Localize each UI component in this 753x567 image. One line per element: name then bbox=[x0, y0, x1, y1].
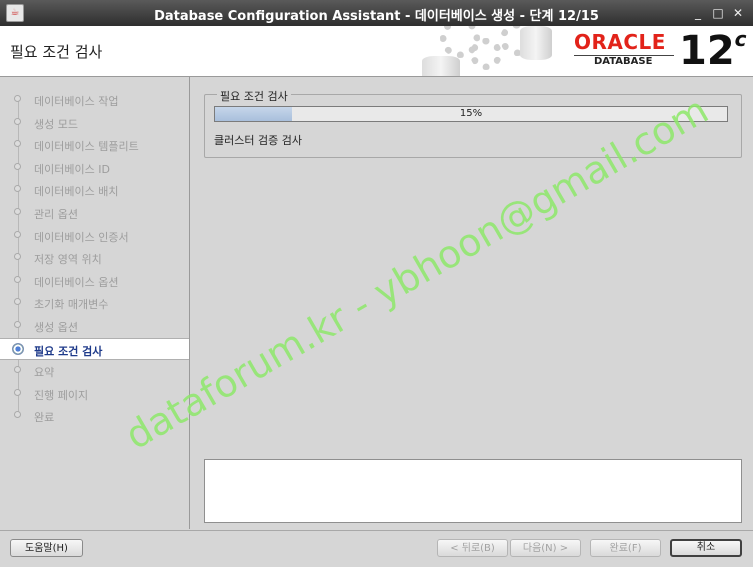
step-dot-icon bbox=[14, 230, 21, 238]
step-dot-icon bbox=[14, 388, 21, 396]
close-icon[interactable]: ✕ bbox=[731, 6, 745, 20]
step-label: 데이터베이스 배치 bbox=[34, 185, 119, 199]
oracle-database-label: DATABASE bbox=[594, 56, 653, 67]
group-title: 필요 조건 검사 bbox=[217, 88, 291, 104]
step-item[interactable]: 데이터베이스 옵션 bbox=[0, 270, 189, 290]
step-dot-icon bbox=[14, 275, 21, 283]
status-text: 클러스터 검증 검사 bbox=[214, 134, 302, 147]
title-bar[interactable]: ☕ Database Configuration Assistant - 데이터… bbox=[0, 0, 753, 26]
step-dot-icon bbox=[14, 162, 21, 170]
prereq-check-group: 필요 조건 검사 15% 클러스터 검증 검사 bbox=[204, 88, 742, 158]
step-label: 요약 bbox=[34, 366, 55, 380]
step-dot-icon bbox=[14, 366, 21, 374]
step-item[interactable]: 요약 bbox=[0, 360, 189, 380]
maximize-icon[interactable]: □ bbox=[711, 6, 725, 20]
step-item[interactable]: 데이터베이스 작업 bbox=[0, 89, 189, 109]
page-title: 필요 조건 검사 bbox=[10, 43, 103, 61]
step-label: 데이터베이스 작업 bbox=[34, 95, 119, 108]
step-item[interactable]: 진행 페이지 bbox=[0, 383, 189, 403]
step-item[interactable]: 데이터베이스 템플리트 bbox=[0, 134, 189, 154]
step-label: 데이터베이스 인증서 bbox=[34, 230, 129, 244]
step-label: 관리 옵션 bbox=[34, 208, 78, 221]
current-step-indicator-icon bbox=[12, 342, 24, 355]
step-item[interactable]: 데이터베이스 ID bbox=[0, 157, 189, 177]
step-item[interactable]: 필요 조건 검사 bbox=[0, 337, 189, 360]
oracle-logo: ORACLE DATABASE bbox=[574, 30, 674, 70]
step-label: 생성 모드 bbox=[34, 117, 78, 131]
footer-button-bar: 도움말(H) < 뒤로(B) 다음(N) > 완료(F) 취소 bbox=[0, 530, 753, 567]
step-dot-icon bbox=[14, 208, 21, 215]
step-item[interactable]: 관리 옵션 bbox=[0, 202, 189, 222]
progress-text: 15% bbox=[459, 108, 483, 119]
step-dot-icon bbox=[14, 140, 21, 148]
progress-bar: 15% bbox=[214, 106, 728, 122]
version-number: 12 bbox=[679, 28, 735, 74]
detail-text-area[interactable] bbox=[204, 459, 742, 523]
step-label: 데이터베이스 옵션 bbox=[34, 275, 119, 289]
step-item[interactable]: 생성 모드 bbox=[0, 112, 189, 132]
step-item[interactable]: 데이터베이스 인증서 bbox=[0, 225, 189, 245]
step-item[interactable]: 데이터베이스 배치 bbox=[0, 179, 189, 199]
step-label: 생성 옵션 bbox=[34, 321, 78, 334]
step-item[interactable]: 완료 bbox=[0, 405, 189, 425]
step-label: 데이터베이스 ID bbox=[34, 162, 110, 176]
step-dot-icon bbox=[14, 185, 21, 193]
step-item[interactable]: 저장 영역 위치 bbox=[0, 247, 189, 267]
version-mark: 12c bbox=[679, 28, 747, 74]
window-title: Database Configuration Assistant - 데이터베이… bbox=[154, 9, 599, 24]
step-label: 완료 bbox=[34, 411, 55, 425]
step-dot-icon bbox=[14, 95, 21, 102]
step-dot-icon bbox=[14, 253, 21, 261]
cancel-button[interactable]: 취소 bbox=[670, 539, 742, 557]
step-dot-icon bbox=[14, 321, 21, 328]
step-dot-icon bbox=[14, 411, 21, 419]
minimize-icon[interactable]: _ bbox=[691, 6, 705, 20]
step-label: 필요 조건 검사 bbox=[34, 344, 103, 358]
step-label: 데이터베이스 템플리트 bbox=[34, 140, 139, 154]
help-button[interactable]: 도움말(H) bbox=[10, 539, 83, 557]
finish-button[interactable]: 완료(F) bbox=[590, 539, 661, 557]
main-panel: 필요 조건 검사 15% 클러스터 검증 검사 bbox=[190, 77, 753, 529]
step-item[interactable]: 초기화 매개변수 bbox=[0, 292, 189, 312]
step-label: 초기화 매개변수 bbox=[34, 298, 109, 312]
oracle-logo-text: ORACLE bbox=[574, 30, 666, 54]
steps-sidebar: 데이터베이스 작업생성 모드데이터베이스 템플리트데이터베이스 ID 데이터베이스… bbox=[0, 77, 190, 529]
back-button[interactable]: < 뒤로(B) bbox=[437, 539, 508, 557]
step-item[interactable]: 생성 옵션 bbox=[0, 315, 189, 335]
page-header: 필요 조건 검사 ORACLE DATABASE 12c bbox=[0, 26, 753, 77]
next-button[interactable]: 다음(N) > bbox=[510, 539, 581, 557]
step-dot-icon bbox=[14, 298, 21, 306]
step-label: 진행 페이지 bbox=[34, 388, 89, 402]
step-dot-icon bbox=[14, 117, 21, 125]
step-label: 저장 영역 위치 bbox=[34, 253, 102, 267]
version-suffix: c bbox=[734, 27, 747, 51]
